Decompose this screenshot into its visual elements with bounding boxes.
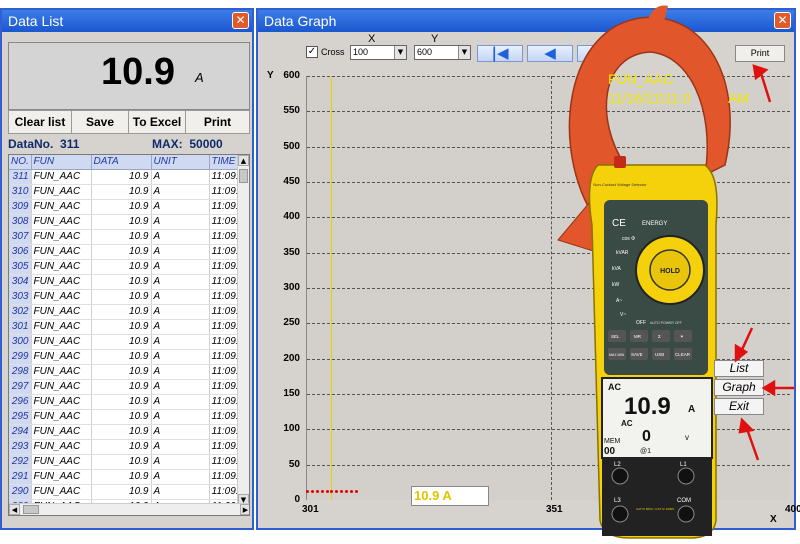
arrow-head-icon bbox=[738, 417, 755, 434]
arrow-head-icon bbox=[752, 64, 769, 81]
annotation-arrows bbox=[734, 64, 794, 461]
screen: Data List ✕ 10.9 A Clear list Save To Ex… bbox=[0, 0, 800, 544]
arrow-head-icon bbox=[734, 343, 749, 363]
arrow-head-icon bbox=[761, 379, 776, 397]
